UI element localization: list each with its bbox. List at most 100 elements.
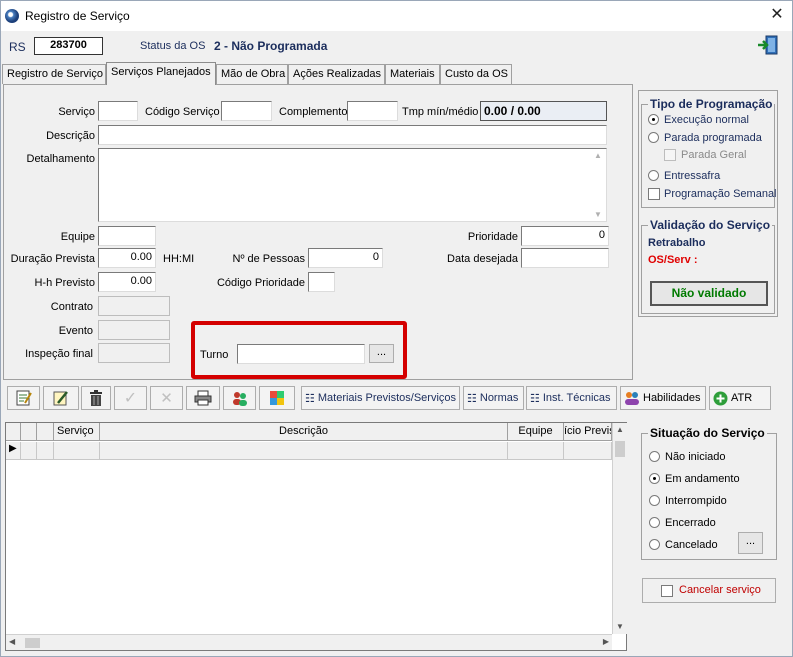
hh-previsto-field[interactable]: 0.00 <box>98 272 156 292</box>
servicos-grid[interactable]: Serviço Descrição Equipe ício Previs ▶ ▲… <box>5 422 627 651</box>
app-icon <box>5 9 19 23</box>
grid-header-descricao[interactable]: Descrição <box>100 423 508 441</box>
prioridade-field[interactable]: 0 <box>521 226 609 246</box>
tab-registro-servico[interactable]: Registro de Serviço <box>2 64 106 84</box>
contrato-field <box>98 296 170 316</box>
tab-acoes-realizadas[interactable]: Ações Realizadas <box>288 64 385 84</box>
habilidades-button[interactable]: Habilidades <box>620 386 706 410</box>
scroll-left-arrow-icon[interactable]: ◀ <box>9 637 15 646</box>
em-andamento-radio[interactable] <box>649 473 660 484</box>
turno-lookup-button[interactable]: ... <box>369 344 394 363</box>
normas-button[interactable]: ☷ Normas <box>463 386 524 410</box>
users-button[interactable] <box>223 386 256 410</box>
grid-vertical-scrollbar[interactable]: ▲ ▼ <box>612 423 627 634</box>
descricao-label: Descrição <box>46 130 95 142</box>
validacao-servico-title: Validação do Serviço <box>648 218 773 232</box>
cancelado-details-button[interactable]: ... <box>738 532 763 554</box>
scroll-thumb[interactable] <box>25 638 40 648</box>
print-button[interactable] <box>186 386 220 410</box>
edit-sheet-button[interactable] <box>7 386 40 410</box>
interrompido-radio[interactable] <box>649 495 660 506</box>
execucao-normal-radio[interactable] <box>648 114 659 125</box>
grid-header-inicio-previsto[interactable]: ício Previs <box>564 423 612 441</box>
contrato-label: Contrato <box>50 301 93 313</box>
tipo-programacao-title: Tipo de Programação <box>648 97 775 111</box>
scroll-up-arrow-icon[interactable]: ▲ <box>613 425 627 434</box>
programacao-semanal-checkbox[interactable] <box>648 188 660 200</box>
materiais-previstos-button[interactable]: ☷ Materiais Previstos/Serviços <box>301 386 460 410</box>
programacao-semanal-label: Programação Semanal <box>664 188 777 200</box>
grid-header-equipe[interactable]: Equipe <box>508 423 564 441</box>
delete-button[interactable] <box>81 386 111 410</box>
nao-validado-button[interactable]: Não validado <box>650 281 768 306</box>
evento-field <box>98 320 170 340</box>
rs-number-field: 283700 <box>34 37 103 55</box>
encerrado-radio[interactable] <box>649 517 660 528</box>
normas-label: Normas <box>479 392 519 404</box>
grid-cell[interactable] <box>37 442 54 460</box>
materiais-previstos-label: Materiais Previstos/Serviços <box>317 392 457 404</box>
grid-cell-servico[interactable] <box>54 442 100 460</box>
execucao-normal-label: Execução normal <box>664 114 749 126</box>
close-icon[interactable]: ✕ <box>767 5 787 25</box>
grid-horizontal-scrollbar[interactable]: ◀ ▶ <box>6 634 612 650</box>
habilidades-label: Habilidades <box>643 392 701 404</box>
cancel-edit-button[interactable]: ✕ <box>150 386 183 410</box>
entressafra-radio[interactable] <box>648 170 659 181</box>
confirm-button[interactable]: ✓ <box>114 386 147 410</box>
tab-materiais[interactable]: Materiais <box>385 64 440 84</box>
detalhamento-textarea[interactable]: ▲ ▼ <box>98 148 607 222</box>
evento-label: Evento <box>58 325 93 337</box>
cancelar-servico-button[interactable]: Cancelar serviço <box>642 578 776 603</box>
scroll-down-arrow-icon[interactable]: ▼ <box>592 210 604 219</box>
tab-mao-de-obra[interactable]: Mão de Obra <box>216 64 288 84</box>
servico-field[interactable] <box>98 101 138 121</box>
complemento-field[interactable] <box>347 101 398 121</box>
scroll-thumb[interactable] <box>615 441 625 457</box>
servico-label: Serviço <box>58 106 95 118</box>
retrabalho-label: Retrabalho <box>648 237 706 249</box>
cancelado-radio[interactable] <box>649 539 660 550</box>
grid-corner-header <box>6 423 21 441</box>
registro-servico-window: Registro de Serviço ✕ RS 283700 Status d… <box>0 0 793 657</box>
detalhamento-scrollbar[interactable]: ▲ ▼ <box>592 151 604 219</box>
detalhamento-label: Detalhamento <box>26 153 96 165</box>
grid-header-servico[interactable]: Serviço <box>54 423 100 441</box>
tab-custo-os[interactable]: Custo da OS <box>440 64 512 84</box>
tab-strip: Registro de Serviço Serviços Planejados … <box>2 62 792 85</box>
parada-geral-checkbox[interactable] <box>664 149 676 161</box>
scroll-up-arrow-icon[interactable]: ▲ <box>592 151 604 160</box>
data-desejada-field[interactable] <box>521 248 609 268</box>
tmp-min-medio-field: 0.00 / 0.00 <box>480 101 607 121</box>
grid-cell-inicio-previsto[interactable] <box>564 442 612 460</box>
complemento-label: Complemento <box>279 106 348 118</box>
checkmark-icon: ✓ <box>123 390 138 407</box>
descricao-field[interactable] <box>98 125 607 145</box>
exit-door-icon[interactable] <box>757 35 779 55</box>
grid-cell-descricao[interactable] <box>100 442 508 460</box>
inst-tecnicas-button[interactable]: ☷ Inst. Técnicas <box>526 386 617 410</box>
color-grid-icon <box>270 391 284 405</box>
equipe-field[interactable] <box>98 226 156 246</box>
edit-pencil-button[interactable] <box>43 386 79 410</box>
tab-servicos-planejados[interactable]: Serviços Planejados <box>106 62 216 85</box>
codigo-servico-field[interactable] <box>221 101 272 121</box>
colors-button[interactable] <box>259 386 295 410</box>
grid-cell[interactable] <box>21 442 37 460</box>
atr-button[interactable]: ATR <box>709 386 771 410</box>
grid-cell-equipe[interactable] <box>508 442 564 460</box>
nao-iniciado-radio[interactable] <box>649 451 660 462</box>
cancelar-servico-checkbox[interactable] <box>661 585 673 597</box>
interrompido-label: Interrompido <box>665 495 727 507</box>
nao-iniciado-label: Não iniciado <box>665 451 726 463</box>
scroll-right-arrow-icon[interactable]: ▶ <box>603 637 609 646</box>
codigo-prioridade-field[interactable] <box>308 272 335 292</box>
parada-programada-radio[interactable] <box>648 132 659 143</box>
os-serv-label: OS/Serv : <box>648 254 698 266</box>
n-pessoas-field[interactable]: 0 <box>308 248 383 268</box>
turno-field[interactable] <box>237 344 365 364</box>
x-cancel-icon: ✕ <box>160 390 173 407</box>
duracao-prevista-field[interactable]: 0.00 <box>98 248 156 268</box>
users-group-icon <box>232 392 247 406</box>
scroll-down-arrow-icon[interactable]: ▼ <box>613 622 627 631</box>
